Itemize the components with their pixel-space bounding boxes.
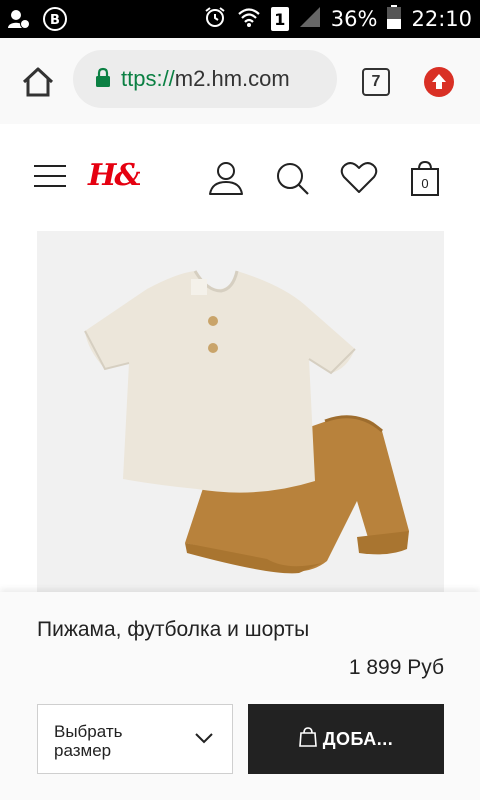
product-price: 1 899 Руб	[348, 656, 444, 679]
size-select-label: Выбрать размер	[54, 722, 123, 760]
search-icon	[277, 163, 309, 195]
hm-logo-icon: H&M	[87, 158, 175, 193]
search-button[interactable]	[273, 158, 313, 198]
lock-icon	[95, 67, 111, 92]
favorites-button[interactable]	[339, 158, 379, 198]
vk-icon: B	[42, 6, 68, 37]
add-to-bag-label: ДОБА...	[322, 728, 394, 749]
brand-logo[interactable]: H&M	[86, 156, 175, 193]
url-text: ttps://m2.hm.com	[121, 66, 290, 92]
account-button[interactable]	[206, 158, 246, 198]
product-image[interactable]	[37, 231, 444, 593]
alarm-icon	[203, 5, 227, 34]
update-button[interactable]	[424, 67, 454, 97]
clock: 22:10	[411, 7, 472, 31]
home-button[interactable]	[18, 62, 58, 102]
address-bar[interactable]: ttps://m2.hm.com	[73, 50, 337, 108]
home-icon	[22, 67, 54, 97]
heart-icon	[340, 162, 378, 193]
wifi-icon	[237, 6, 261, 33]
user-notification-icon	[6, 6, 32, 37]
product-title: Пижама, футболка и шорты	[37, 618, 310, 641]
status-bar: B 1 36% 22:10	[0, 0, 480, 38]
cart-count: 0	[421, 176, 428, 191]
site-header: H&M 0	[0, 124, 480, 230]
tab-switcher-button[interactable]: 7	[362, 68, 390, 96]
product-info-panel: Пижама, футболка и шорты 1 899 Руб Выбра…	[0, 592, 480, 800]
svg-text:B: B	[50, 13, 60, 28]
url-protocol: ttps://	[121, 66, 175, 91]
sim-indicator: 1	[270, 7, 289, 31]
add-to-bag-button[interactable]: ДОБА...	[248, 704, 444, 774]
size-select[interactable]: Выбрать размер	[37, 704, 233, 774]
chevron-down-icon	[194, 731, 214, 745]
arrow-up-icon	[432, 74, 446, 89]
battery-percent: 36%	[330, 7, 378, 31]
shopping-bag-icon	[298, 726, 317, 752]
shopping-bag-icon: 0	[411, 160, 439, 196]
pajama-set-illustration	[84, 270, 409, 574]
battery-icon	[387, 4, 402, 34]
svg-text:H&M: H&M	[87, 158, 140, 192]
user-icon	[209, 162, 243, 195]
browser-toolbar: ttps://m2.hm.com 7	[0, 38, 480, 124]
cart-button[interactable]: 0	[405, 158, 445, 198]
url-host: m2.hm.com	[174, 66, 290, 91]
signal-icon	[299, 6, 321, 33]
menu-button[interactable]	[34, 164, 68, 188]
hamburger-icon	[34, 165, 66, 187]
